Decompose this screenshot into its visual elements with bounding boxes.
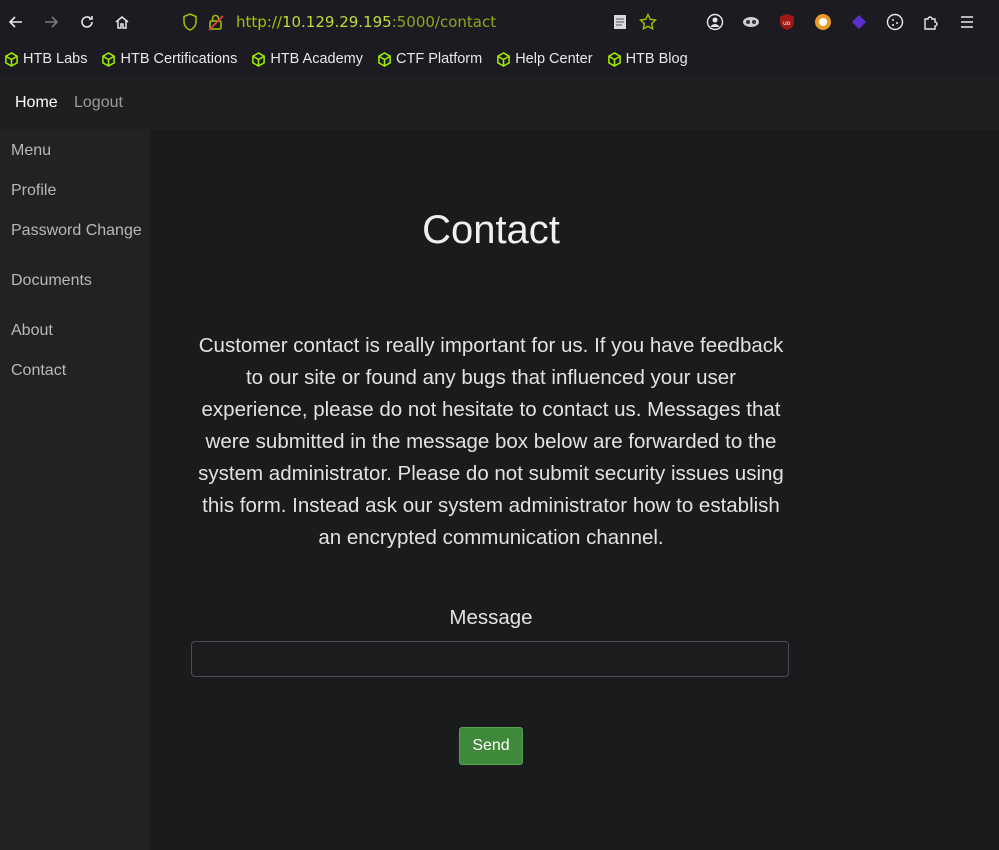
bookmark-ctf-platform[interactable]: CTF Platform	[377, 51, 482, 67]
menu-hamburger-icon[interactable]	[955, 10, 979, 34]
nav-home-link[interactable]: Home	[15, 94, 58, 112]
sidebar-item-password-change[interactable]: Password Change	[11, 222, 142, 240]
nav-logout-link[interactable]: Logout	[74, 94, 123, 112]
browser-toolbar: http://10.129.29.195:5000/contact uo	[0, 0, 999, 44]
sidebar-item-documents[interactable]: Documents	[11, 272, 92, 290]
bookmark-star-icon[interactable]	[636, 10, 660, 34]
sidebar: Menu Profile Password Change Documents A…	[0, 130, 150, 850]
site-navbar: Home Logout	[0, 74, 999, 130]
sidebar-item-contact[interactable]: Contact	[11, 362, 66, 380]
bookmark-label: Help Center	[515, 51, 593, 67]
main-content: Contact Customer contact is really impor…	[150, 130, 999, 850]
ublock-icon[interactable]: uo	[775, 10, 799, 34]
bookmark-label: HTB Academy	[270, 51, 363, 67]
message-label: Message	[449, 606, 533, 629]
extensions-puzzle-icon[interactable]	[919, 10, 943, 34]
htb-cube-icon	[497, 51, 511, 67]
htb-cube-icon	[607, 51, 621, 67]
extension-icon[interactable]	[739, 10, 763, 34]
reload-icon[interactable]	[75, 10, 99, 34]
htb-cube-icon	[5, 51, 18, 67]
bookmark-htb-academy[interactable]: HTB Academy	[251, 51, 363, 67]
bookmarks-bar: HTB Labs HTB Certifications HTB Academy …	[0, 44, 999, 74]
bookmark-htb-certifications[interactable]: HTB Certifications	[101, 51, 237, 67]
url-text[interactable]: http://10.129.29.195:5000/contact	[236, 13, 496, 31]
wappalyzer-icon[interactable]	[847, 10, 871, 34]
sidebar-item-menu[interactable]: Menu	[11, 142, 51, 160]
account-icon[interactable]	[703, 10, 727, 34]
bookmark-label: CTF Platform	[396, 51, 483, 67]
page-title: Contact	[422, 208, 560, 252]
sidebar-item-profile[interactable]: Profile	[11, 182, 56, 200]
svg-text:uo: uo	[783, 20, 791, 27]
insecure-lock-icon[interactable]	[208, 13, 224, 36]
htb-cube-icon	[102, 51, 116, 67]
bookmark-help-center[interactable]: Help Center	[496, 51, 593, 67]
reader-view-icon[interactable]	[608, 10, 632, 34]
home-icon[interactable]	[110, 10, 134, 34]
bookmark-htb-labs[interactable]: HTB Labs	[4, 51, 87, 67]
back-icon[interactable]	[4, 10, 28, 34]
shield-icon[interactable]	[182, 13, 198, 36]
message-input[interactable]	[191, 641, 789, 677]
htb-cube-icon	[252, 51, 266, 67]
htb-cube-icon	[378, 51, 391, 67]
bookmark-label: HTB Blog	[625, 51, 688, 67]
send-button[interactable]: Send	[459, 727, 523, 765]
contact-description: Customer contact is really important for…	[198, 334, 784, 549]
bookmark-label: HTB Labs	[23, 51, 88, 67]
cookie-extension-icon[interactable]	[811, 10, 835, 34]
forward-icon[interactable]	[39, 10, 63, 34]
sidebar-item-about[interactable]: About	[11, 322, 53, 340]
bookmark-htb-blog[interactable]: HTB Blog	[607, 51, 688, 67]
cookie-icon[interactable]	[883, 10, 907, 34]
bookmark-label: HTB Certifications	[120, 51, 238, 67]
